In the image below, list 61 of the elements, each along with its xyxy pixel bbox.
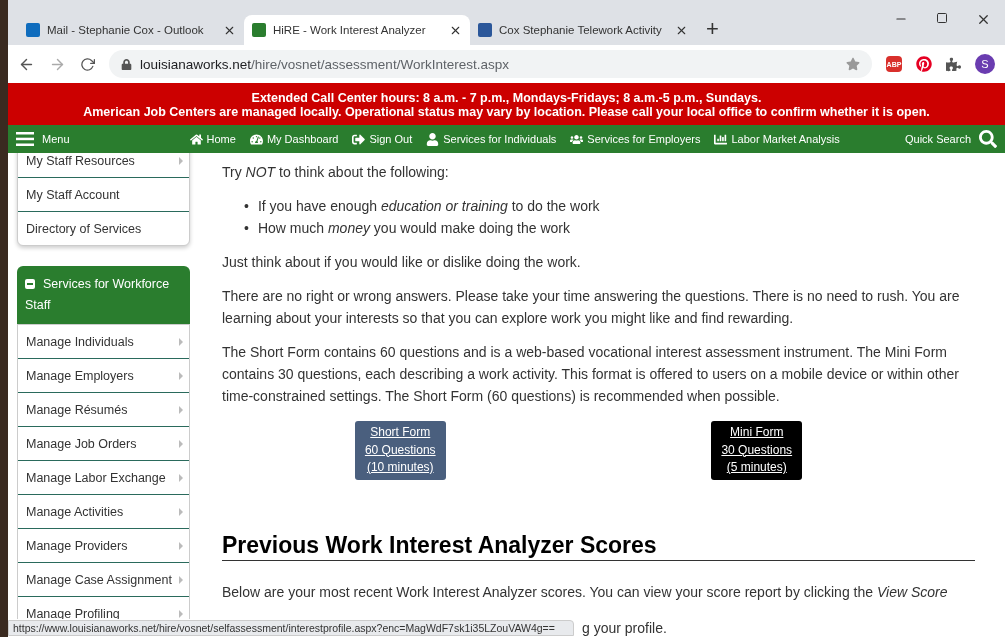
- new-tab-button[interactable]: +: [706, 16, 719, 42]
- banner-text: Extended Call Center hours: 8 a.m. - 7 p.m., Mondays-Fridays; 8 a.m.-5 p.m., Sundays.: [250, 91, 763, 105]
- app-icon: [478, 23, 492, 37]
- form-button[interactable]: Mini Form 30 Questions (5 minutes): [711, 421, 803, 480]
- sidebar-item[interactable]: My Staff Resources: [18, 153, 189, 178]
- bullet-marker: •: [244, 219, 249, 238]
- sidebar-item[interactable]: Manage Employers: [18, 359, 189, 393]
- lock-icon: [121, 58, 132, 70]
- quick-search-link[interactable]: Quick Search: [904, 133, 971, 145]
- nav-link[interactable]: Services for Individuals: [426, 132, 557, 146]
- paragraph: Just think about if you would like or dislike doing the work.: [222, 253, 582, 272]
- sidebar-item[interactable]: My Staff Account: [18, 178, 189, 212]
- status-url: https://www.louisianaworks.net/hire/vosnet/selfassessment/interestprofile.aspx?enc=MagWdF7sk1i35LZouVAW4g==: [8, 620, 574, 636]
- browser-tab[interactable]: HiRE - Work Interest Analyzer: [244, 15, 470, 45]
- sidebar-item[interactable]: Manage Job Orders: [18, 427, 189, 461]
- profile-avatar[interactable]: S: [975, 54, 995, 74]
- list-item-text: If you have enough education or training to do the work: [257, 197, 600, 216]
- maximize-icon: [936, 12, 948, 24]
- nav-link[interactable]: Labor Market Analysis: [714, 132, 840, 146]
- star-icon: [846, 57, 860, 71]
- paragraph: Below are your most recent Work Interest Analyzer scores. You can view your score report by clicking the View Score: [222, 582, 949, 602]
- menu-link[interactable]: Menu: [42, 133, 70, 145]
- close-icon: [976, 12, 991, 27]
- sidebar-item[interactable]: Manage Résumés: [18, 393, 189, 427]
- intro-text: Try NOT to think about the following:: [222, 163, 450, 182]
- app-icon: [26, 23, 40, 37]
- user-icon: [426, 132, 440, 146]
- section-header[interactable]: Services for Workforce Staff: [17, 266, 190, 324]
- collapse-icon: [25, 279, 35, 289]
- sidebar-item[interactable]: Manage Activities: [18, 495, 189, 529]
- sidebar-item[interactable]: Manage Providers: [18, 529, 189, 563]
- paragraph: The Short Form contains 60 questions and is a web-based vocational interest assessment instrument. The Mini Form contains 30 questions, each describing a work activity. This format is offered to users on a mobile device or within other time-constrained settings. The Short Form (60 questions) is recommended when possible.: [222, 343, 960, 406]
- pinterest-icon: [916, 56, 932, 72]
- reload-icon: [80, 56, 95, 72]
- list-item-text: How much money you would make doing the work: [257, 219, 570, 238]
- sidebar-item[interactable]: Directory of Services: [18, 212, 189, 245]
- sidebar-item[interactable]: Manage Case Assignment: [18, 563, 189, 597]
- section-heading: Previous Work Interest Analyzer Scores: [222, 529, 975, 561]
- nav-link[interactable]: My Dashboard: [249, 132, 339, 146]
- sidebar-item[interactable]: Manage Labor Exchange: [18, 461, 189, 495]
- banner-text: American Job Centers are managed locally. Operational status may vary by location. Please call your local office to confirm whether it is open.: [82, 105, 931, 119]
- form-button[interactable]: Short Form 60 Questions (10 minutes): [354, 421, 446, 480]
- gauge-icon: [249, 132, 263, 146]
- menu-icon: [16, 132, 34, 146]
- extensions-icon: [946, 56, 961, 72]
- browser-tab[interactable]: Cox Stephanie Telework Activity: [470, 15, 696, 45]
- sign-out-icon: [352, 132, 366, 146]
- browser-tab[interactable]: Mail - Stephanie Cox - Outlook: [18, 15, 244, 45]
- paragraph: g your profile.: [582, 620, 667, 636]
- sidebar-item[interactable]: Manage Individuals: [18, 325, 189, 359]
- nav-link[interactable]: Home: [189, 132, 236, 146]
- search-icon: [979, 130, 997, 148]
- bullet-marker: •: [244, 197, 249, 216]
- paragraph: There are no right or wrong answers. Please take your time answering the questions. There is no need to rush. You are learning about your interests so that you can explore work you might like and find rewarding.: [222, 287, 961, 328]
- app-icon: [252, 23, 266, 37]
- address-bar[interactable]: louisianaworks.net/hire/vosnet/assessment/WorkInterest.aspx: [109, 50, 872, 78]
- home-icon: [189, 132, 203, 146]
- users-icon: [570, 132, 584, 146]
- bar-chart-icon: [714, 132, 728, 146]
- nav-link[interactable]: Services for Employers: [570, 132, 701, 146]
- nav-link[interactable]: Sign Out: [352, 132, 413, 146]
